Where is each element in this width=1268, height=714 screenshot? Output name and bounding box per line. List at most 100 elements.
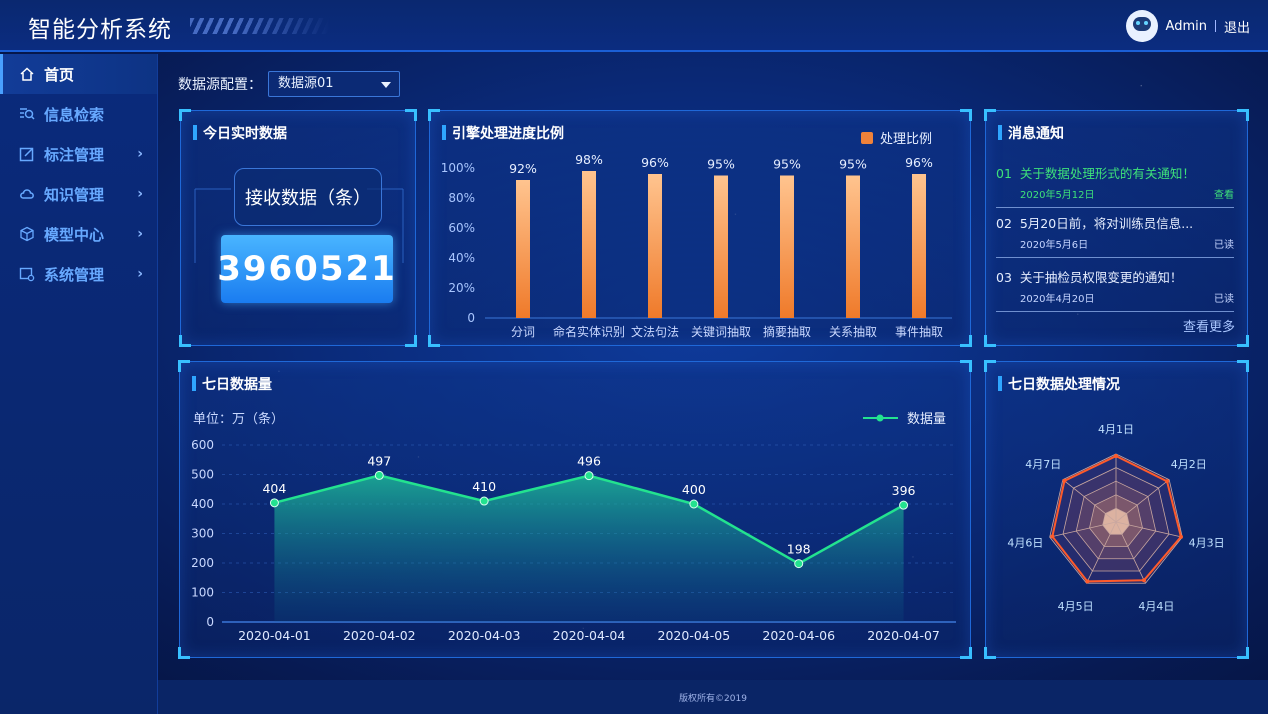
footer: 版权所有©2019: [158, 680, 1268, 714]
message-status[interactable]: 查看: [1214, 186, 1234, 201]
radar-chart: 4月1日 4月2日 4月3日 4月4日 4月5日 4月6日 4月7日: [1007, 423, 1225, 613]
bar: [912, 174, 926, 318]
data-point: [479, 496, 489, 506]
y-tick-label: 20%: [448, 281, 475, 295]
x-tick-label: 关系抽取: [829, 325, 877, 339]
message-title: 5月20日前，将对训练员信息...: [1019, 216, 1194, 231]
search-list-icon: [18, 105, 36, 123]
sidebar-item-home[interactable]: 首页: [0, 54, 157, 94]
knowledge-icon: [18, 185, 36, 203]
y-tick-label: 200: [191, 556, 214, 570]
bar-value-label: 92%: [509, 161, 537, 176]
message-date: 2020年5月12日: [1020, 190, 1095, 201]
chevron-right-icon: ›: [137, 146, 143, 162]
message-item[interactable]: 01 关于数据处理形式的有关通知！ 2020年5月12日 查看: [996, 163, 1234, 208]
bar-value-label: 96%: [905, 155, 933, 170]
x-tick-label: 文法句法: [631, 324, 679, 339]
message-number: 02: [996, 216, 1012, 231]
bar-value-label: 95%: [707, 157, 735, 172]
message-text: 01 关于数据处理形式的有关通知！: [996, 163, 1234, 182]
data-label: 396: [892, 483, 916, 498]
chevron-right-icon: ›: [137, 186, 143, 202]
radar-label: 4月3日: [1189, 537, 1225, 550]
y-tick-label: 500: [191, 468, 214, 482]
sidebar-item-system[interactable]: 系统管理 ›: [0, 254, 157, 294]
radar-label: 4月7日: [1025, 458, 1061, 471]
source-select-value: 数据源01: [278, 76, 334, 91]
weekly-processing-panel: 七日数据处理情况 4月1日 4月2日 4月3日 4月4日 4月5日 4月6日 4月7日: [984, 360, 1249, 659]
panel-corner: [984, 109, 996, 121]
sidebar-item-knowledge[interactable]: 知识管理 ›: [0, 174, 157, 214]
y-tick-label: 100: [191, 586, 214, 600]
bar: [648, 174, 662, 318]
x-tick-label: 命名实体识别: [553, 324, 625, 339]
header-decoration: [190, 18, 330, 34]
sidebar-item-model[interactable]: 模型中心 ›: [0, 214, 157, 254]
divider: [1214, 20, 1216, 32]
sidebar-item-label: 模型中心: [44, 225, 105, 244]
source-select[interactable]: 数据源01: [268, 71, 400, 97]
panel-title: 消息通知: [998, 123, 1064, 143]
radar-label: 4月1日: [1098, 423, 1134, 436]
message-status: 已读: [1214, 294, 1234, 305]
chevron-right-icon: ›: [137, 226, 143, 242]
data-label: 497: [367, 453, 391, 468]
y-tick-label: 80%: [448, 191, 475, 205]
bar-value-label: 95%: [773, 157, 801, 172]
bar: [582, 171, 596, 318]
radar-label: 4月4日: [1138, 600, 1174, 613]
source-label: 数据源配置：: [178, 77, 262, 93]
sidebar-item-label: 信息检索: [44, 105, 105, 124]
message-meta: 2020年5月6日 已读: [1020, 236, 1234, 257]
messages-panel: 消息通知 01 关于数据处理形式的有关通知！ 2020年5月12日 查看 02 …: [984, 109, 1249, 347]
realtime-value: 3960521: [217, 235, 395, 303]
top-header: 智能分析系统 Admin 退出: [0, 0, 1268, 52]
data-label: 496: [577, 454, 601, 469]
message-date: 2020年5月6日: [1020, 240, 1089, 251]
message-status: 已读: [1214, 240, 1234, 251]
y-tick-label: 0: [206, 615, 214, 629]
progress-panel: 引擎处理进度比例 处理比例 0 20% 40% 60% 80% 100% 92% 分词 98% 命…: [428, 109, 972, 347]
message-text: 02 5月20日前，将对训练员信息...: [996, 213, 1234, 232]
sidebar-item-label: 系统管理: [44, 265, 105, 284]
data-label: 410: [472, 479, 496, 494]
radar-point: [1178, 534, 1183, 539]
data-point: [899, 500, 909, 510]
y-tick-label: 40%: [448, 251, 475, 265]
data-point: [689, 499, 699, 509]
user-area: Admin 退出: [1125, 10, 1250, 42]
x-tick-label: 2020-04-07: [867, 628, 940, 643]
x-tick-label: 关键词抽取: [691, 325, 751, 339]
legend-marker: [876, 414, 884, 422]
message-item[interactable]: 03 关于抽检员权限变更的通知！ 2020年4月20日 已读: [996, 267, 1234, 312]
x-tick-label: 摘要抽取: [763, 324, 811, 339]
app-title: 智能分析系统: [28, 17, 172, 43]
panel-corner: [984, 335, 996, 347]
message-meta: 2020年4月20日 已读: [1020, 290, 1234, 311]
message-meta: 2020年5月12日 查看: [1020, 186, 1234, 207]
legend-label: 数据量: [907, 412, 946, 427]
data-point: [584, 471, 594, 481]
panel-corner: [1237, 335, 1249, 347]
cube-icon: [18, 225, 36, 243]
sidebar-item-annotation[interactable]: 标注管理 ›: [0, 134, 157, 174]
data-label: 198: [787, 542, 811, 557]
realtime-decoration: [194, 188, 404, 263]
caret-down-icon: [381, 82, 391, 88]
message-title: 关于抽检员权限变更的通知！: [1019, 270, 1183, 285]
logout-link[interactable]: 退出: [1224, 17, 1250, 36]
y-tick-label: 400: [191, 497, 214, 511]
view-more-link[interactable]: 查看更多: [1183, 316, 1235, 335]
legend-label: 处理比例: [880, 132, 932, 147]
message-item[interactable]: 02 5月20日前，将对训练员信息... 2020年5月6日 已读: [996, 213, 1234, 258]
sidebar: 首页 信息检索 标注管理 › 知识管理 › 模型中心 › 系统管理 ›: [0, 54, 158, 714]
avatar[interactable]: [1125, 10, 1158, 42]
sidebar-item-label: 知识管理: [44, 185, 105, 204]
radar-point: [1085, 579, 1090, 584]
message-date: 2020年4月20日: [1020, 294, 1095, 305]
message-number: 03: [996, 270, 1012, 285]
x-tick-label: 2020-04-06: [762, 628, 835, 643]
sidebar-item-search[interactable]: 信息检索: [0, 94, 157, 134]
y-tick-label: 600: [191, 438, 214, 452]
data-point: [794, 559, 804, 569]
